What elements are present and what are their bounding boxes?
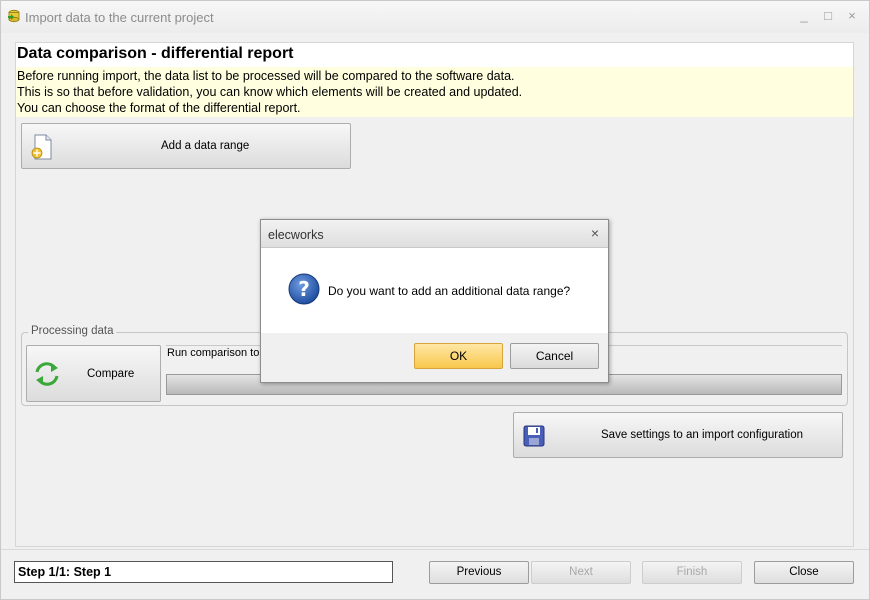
svg-text:?: ? — [298, 277, 310, 301]
compare-arrows-icon — [35, 362, 59, 386]
footer-separator — [1, 549, 869, 550]
import-wizard-window: Import data to the current project _ □ ×… — [0, 0, 870, 600]
title-bar: Import data to the current project _ □ × — [1, 1, 869, 33]
save-settings-label: Save settings to an import configuration — [601, 429, 804, 441]
close-button[interactable]: Close — [754, 561, 854, 584]
compare-button[interactable]: Compare — [26, 345, 161, 402]
dialog-message: Do you want to add an additional data ra… — [328, 284, 571, 298]
next-button[interactable]: Next — [531, 561, 631, 584]
dialog-title: elecworks — [268, 228, 324, 242]
window-title: Import data to the current project — [25, 10, 214, 25]
info-line: You can choose the format of the differe… — [17, 101, 301, 115]
step-indicator: Step 1/1: Step 1 — [14, 561, 393, 583]
add-data-range-label: Add a data range — [161, 140, 250, 152]
processing-data-title: Processing data — [28, 325, 117, 337]
save-disk-icon — [523, 425, 545, 447]
question-icon: ? — [288, 273, 320, 305]
finish-button[interactable]: Finish — [642, 561, 742, 584]
info-panel: Before running import, the data list to … — [16, 67, 853, 117]
page-title: Data comparison - differential report — [16, 43, 853, 67]
dialog-close-icon[interactable]: × — [591, 225, 599, 241]
info-line: This is so that before validation, you c… — [17, 85, 523, 99]
save-settings-button[interactable]: Save settings to an import configuration — [513, 412, 843, 458]
minimize-button[interactable]: _ — [797, 8, 811, 24]
add-data-range-button[interactable]: Add a data range — [21, 123, 351, 169]
add-document-icon — [31, 134, 52, 160]
maximize-button[interactable]: □ — [821, 8, 835, 24]
previous-button[interactable]: Previous — [429, 561, 529, 584]
cancel-button[interactable]: Cancel — [510, 343, 599, 369]
confirm-dialog: elecworks × ? Do you want to add an addi… — [260, 219, 609, 383]
dialog-body: ? Do you want to add an additional data … — [261, 247, 608, 333]
close-window-button[interactable]: × — [845, 8, 859, 24]
compare-label: Compare — [87, 368, 135, 380]
ok-button[interactable]: OK — [414, 343, 503, 369]
app-icon — [8, 9, 20, 23]
dialog-title-bar: elecworks × — [261, 220, 608, 247]
info-line: Before running import, the data list to … — [17, 69, 515, 83]
run-comparison-text: Run comparison to i — [167, 347, 261, 359]
